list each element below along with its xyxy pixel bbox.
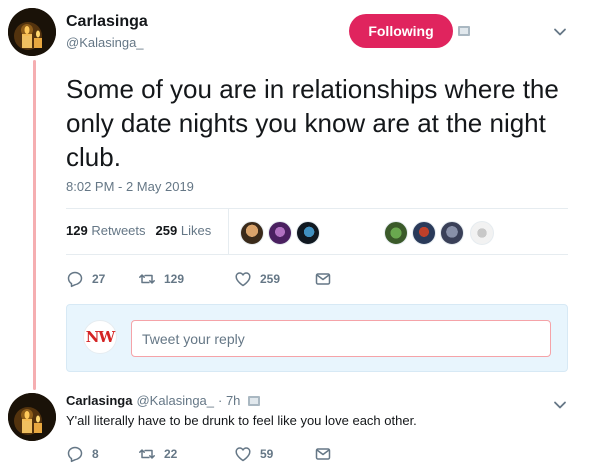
reply-action[interactable]: 8	[66, 445, 138, 463]
liker-avatar[interactable]	[240, 221, 264, 245]
retweet-icon	[139, 274, 155, 284]
like-action[interactable]: 59	[234, 445, 314, 463]
reply-actions: 8 22 59	[66, 445, 332, 463]
chevron-down-icon[interactable]	[553, 398, 567, 412]
reply-author-name[interactable]: Carlasinga	[66, 393, 132, 408]
stats-separator	[228, 208, 229, 254]
divider	[66, 208, 568, 209]
author-avatar[interactable]	[8, 8, 56, 56]
message-icon	[315, 273, 331, 285]
direct-message-action[interactable]	[314, 445, 332, 463]
chevron-down-icon[interactable]	[553, 25, 567, 39]
reply-text: Y'all literally have to be drunk to feel…	[66, 413, 417, 428]
author-name[interactable]: Carlasinga	[66, 13, 148, 31]
message-icon	[315, 448, 331, 460]
liker-avatar[interactable]	[470, 221, 494, 245]
thread-connector-line	[33, 60, 36, 390]
liker-avatar[interactable]	[268, 221, 292, 245]
liker-avatar[interactable]	[440, 221, 464, 245]
likes-stat[interactable]: 259 Likes	[156, 223, 212, 238]
reply-input[interactable]	[131, 320, 551, 357]
liker-avatar[interactable]	[412, 221, 436, 245]
liker-avatar[interactable]	[296, 221, 320, 245]
divider	[66, 254, 568, 255]
retweet-action[interactable]: 22	[138, 445, 234, 463]
reply-header: Carlasinga @Kalasinga_ · 7h	[66, 393, 261, 408]
reply-author-avatar[interactable]	[8, 393, 56, 441]
tweet-text: Some of you are in relationships where t…	[66, 74, 559, 172]
tweet-actions: 27 129 259	[66, 270, 332, 288]
reply-icon	[67, 271, 83, 288]
retweet-icon	[139, 449, 155, 459]
heart-icon	[235, 272, 251, 287]
following-button[interactable]: Following	[349, 14, 453, 48]
retweet-action[interactable]: 129	[138, 270, 234, 288]
reply-composer: NW	[66, 304, 568, 372]
reply-author-handle[interactable]: @Kalasinga_	[136, 393, 214, 408]
tweet-timestamp[interactable]: 8:02 PM - 2 May 2019	[66, 179, 194, 194]
image-icon	[458, 26, 470, 36]
reply-action[interactable]: 27	[66, 270, 138, 288]
user-avatar: NW	[83, 320, 117, 354]
like-action[interactable]: 259	[234, 270, 314, 288]
image-icon	[248, 395, 261, 406]
reply-time[interactable]: · 7h	[218, 393, 240, 408]
heart-icon	[235, 447, 251, 462]
direct-message-action[interactable]	[314, 270, 332, 288]
liker-avatar[interactable]	[384, 221, 408, 245]
retweets-stat[interactable]: 129 Retweets	[66, 223, 146, 238]
author-handle[interactable]: @Kalasinga_	[66, 35, 144, 50]
tweet-stats: 129 Retweets 259 Likes	[66, 223, 211, 238]
reply-icon	[67, 446, 83, 463]
